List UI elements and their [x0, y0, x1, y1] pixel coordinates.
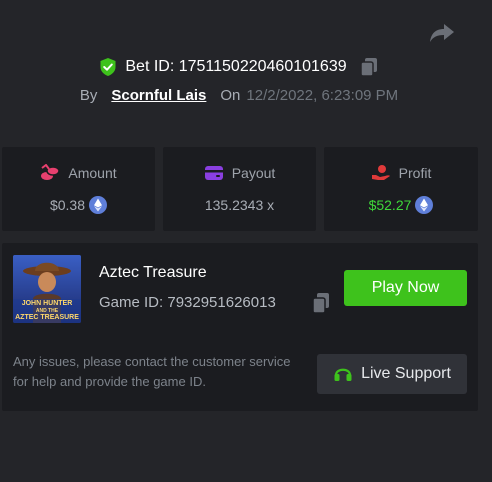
live-support-label: Live Support [361, 365, 451, 382]
headset-icon [334, 368, 352, 381]
profit-value: $52.27 [368, 197, 412, 213]
bet-owner-row: By Scornful Lais On 12/2/2022, 6:23:09 P… [0, 84, 478, 106]
coins-icon [41, 164, 61, 180]
eth-icon [415, 196, 434, 214]
amount-label: Amount [68, 165, 117, 181]
payout-card: Payout 135.2343 x [163, 147, 316, 231]
profit-card: Profit $52.27 [324, 147, 478, 231]
by-label: By [79, 86, 98, 104]
thumbnail-line3: AZTEC TREASURE [15, 314, 79, 321]
profit-label: Profit [398, 165, 432, 181]
copy-game-id-icon[interactable] [311, 292, 331, 314]
username-link[interactable]: Scornful Lais [111, 87, 206, 104]
wallet-icon [204, 166, 223, 180]
payout-value: 135.2343 x [204, 197, 275, 213]
share-icon[interactable] [429, 22, 455, 44]
support-instructions: Any issues, please contact the customer … [13, 354, 291, 389]
amount-card: Amount $0.38 [2, 147, 155, 231]
live-support-button[interactable]: Live Support [317, 354, 467, 394]
eth-icon [89, 196, 108, 214]
play-now-button[interactable]: Play Now [344, 270, 467, 306]
bet-id-row: Bet ID: 1751150220460101639 [0, 55, 478, 79]
hand-coin-icon [371, 165, 390, 180]
game-thumbnail[interactable]: JOHN HUNTER AND THE AZTEC TREASURE [13, 255, 81, 323]
game-title: Aztec Treasure [99, 264, 207, 281]
amount-value: $0.38 [49, 197, 86, 213]
game-id: Game ID: 7932951626013 [99, 294, 276, 311]
bet-id-text: Bet ID: 1751150220460101639 [125, 58, 347, 75]
verified-shield-icon [100, 58, 116, 76]
game-card: JOHN HUNTER AND THE AZTEC TREASURE Aztec… [2, 243, 478, 411]
on-label: On [220, 86, 241, 104]
copy-bet-id-icon[interactable] [359, 57, 379, 77]
payout-label: Payout [231, 165, 276, 181]
thumbnail-line1: JOHN HUNTER [22, 300, 73, 307]
bet-date: 12/2/2022, 6:23:09 PM [246, 86, 399, 104]
